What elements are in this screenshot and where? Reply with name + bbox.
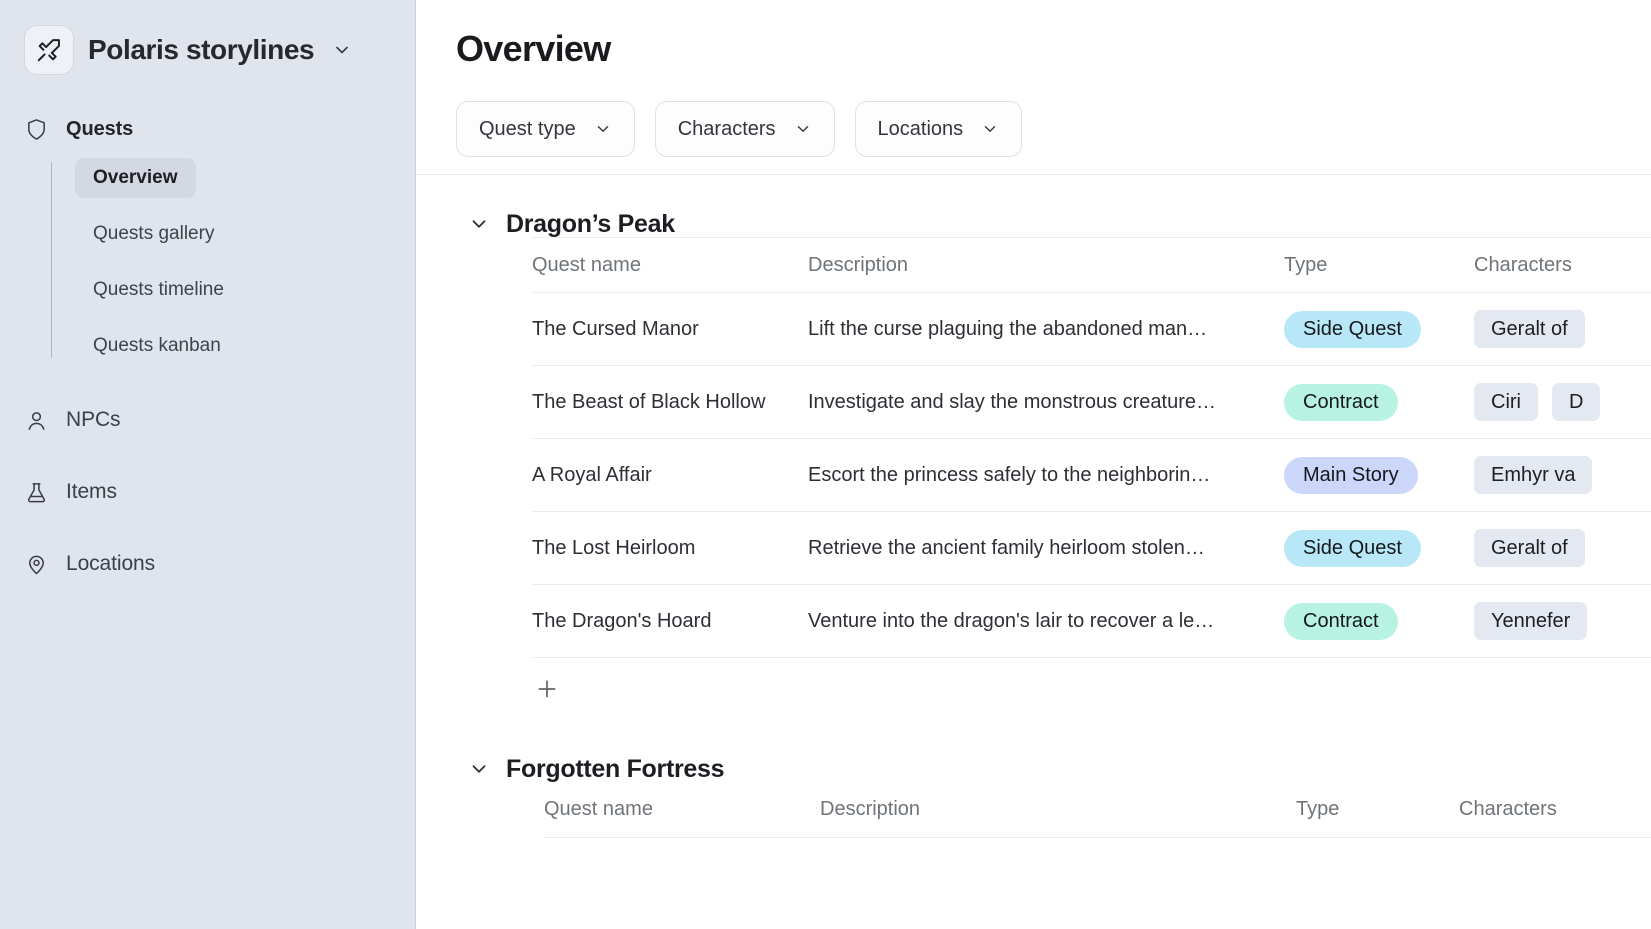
sidebar-item-label: Quests kanban xyxy=(93,335,221,356)
filter-label: Quest type xyxy=(479,117,576,140)
cell-type: Contract xyxy=(1284,383,1474,421)
chevron-down-icon[interactable] xyxy=(468,758,490,780)
character-chip: Emhyr va xyxy=(1474,456,1593,494)
quest-table: Quest name Description Type Characters xyxy=(456,782,1651,838)
cell-description: Lift the curse plaguing the abandoned ma… xyxy=(808,317,1208,340)
table-row[interactable]: A Royal Affair Escort the princess safel… xyxy=(532,439,1651,512)
sidebar-item-items[interactable]: Items xyxy=(0,468,415,516)
table-row[interactable]: The Beast of Black Hollow Investigate an… xyxy=(532,366,1651,439)
quest-group: Forgotten Fortress Quest name Descriptio… xyxy=(416,720,1651,838)
sidebar-item-npcs[interactable]: NPCs xyxy=(0,396,415,444)
cell-characters: Geralt of xyxy=(1474,529,1651,567)
group-header-dragons-peak[interactable]: Dragon’s Peak xyxy=(456,175,1651,238)
sidebar-item-label: Quests timeline xyxy=(93,279,224,300)
filter-quest-type[interactable]: Quest type xyxy=(456,101,635,157)
character-chip: Geralt of xyxy=(1474,529,1585,567)
main-content: Overview Quest type Characters Locations xyxy=(416,0,1651,929)
type-badge: Side Quest xyxy=(1284,529,1421,567)
column-header-description: Description xyxy=(808,253,909,276)
table-row[interactable]: The Cursed Manor Lift the curse plaguing… xyxy=(532,293,1651,366)
type-badge: Contract xyxy=(1284,383,1398,421)
page-title: Overview xyxy=(456,28,611,69)
cell-description: Investigate and slay the monstrous creat… xyxy=(808,390,1216,413)
quest-group: Dragon’s Peak Quest name Description Typ… xyxy=(416,175,1651,720)
sidebar-item-locations[interactable]: Locations xyxy=(0,540,415,588)
cell-characters: Ciri D xyxy=(1474,383,1651,421)
chevron-down-icon[interactable] xyxy=(468,213,490,235)
character-chip: Geralt of xyxy=(1474,310,1585,348)
group-title: Forgotten Fortress xyxy=(506,754,725,783)
table-row[interactable]: The Lost Heirloom Retrieve the ancient f… xyxy=(532,512,1651,585)
cell-type: Contract xyxy=(1284,602,1474,640)
type-badge: Main Story xyxy=(1284,456,1418,494)
cell-quest-name: The Dragon's Hoard xyxy=(532,609,712,632)
cell-type: Side Quest xyxy=(1284,529,1474,567)
filter-locations[interactable]: Locations xyxy=(854,101,1023,157)
cell-type: Main Story xyxy=(1284,456,1474,494)
column-header-description: Description xyxy=(820,798,921,820)
type-badge: Contract xyxy=(1284,602,1398,640)
column-header-characters: Characters xyxy=(1474,253,1572,276)
sidebar-item-overview[interactable]: Overview xyxy=(75,158,196,198)
cell-characters: Geralt of xyxy=(1474,310,1651,348)
group-header-forgotten-fortress[interactable]: Forgotten Fortress xyxy=(456,720,1651,783)
workspace-title: Polaris storylines xyxy=(88,34,315,65)
chevron-down-icon xyxy=(981,120,999,138)
cell-quest-name: The Beast of Black Hollow xyxy=(532,390,766,413)
filter-label: Characters xyxy=(677,117,776,140)
sidebar: Polaris storylines Quests Overview Quest… xyxy=(0,0,416,929)
map-pin-icon xyxy=(24,552,48,576)
sidebar-group-label: Quests xyxy=(66,117,134,140)
character-chip: Yennefer xyxy=(1474,602,1588,640)
flask-icon xyxy=(24,480,48,504)
sidebar-subnav: Overview Quests gallery Quests timeline … xyxy=(0,158,415,366)
cell-characters: Emhyr va xyxy=(1474,456,1651,494)
chevron-down-icon xyxy=(594,120,612,138)
filter-characters[interactable]: Characters xyxy=(654,101,835,157)
sword-icon xyxy=(24,25,74,75)
app-root: Polaris storylines Quests Overview Quest… xyxy=(0,0,1651,929)
column-header-characters: Characters xyxy=(1459,798,1557,820)
group-title: Dragon’s Peak xyxy=(506,209,675,238)
cell-description: Escort the princess safely to the neighb… xyxy=(808,463,1211,486)
type-badge: Side Quest xyxy=(1284,310,1421,348)
user-icon xyxy=(24,408,48,432)
sidebar-item-label: NPCs xyxy=(66,408,121,431)
cell-quest-name: The Cursed Manor xyxy=(532,317,699,340)
sidebar-item-label: Quests gallery xyxy=(93,223,215,244)
table-header-row: Quest name Description Type Characters xyxy=(544,782,1651,838)
cell-characters: Yennefer xyxy=(1474,602,1651,640)
sidebar-item-quests[interactable]: Quests xyxy=(0,108,415,150)
cell-description: Retrieve the ancient family heirloom sto… xyxy=(808,536,1205,559)
table-row[interactable]: The Dragon's Hoard Venture into the drag… xyxy=(532,585,1651,658)
filter-bar: Quest type Characters Locations xyxy=(416,70,1651,157)
filter-label: Locations xyxy=(877,117,964,140)
shield-icon xyxy=(24,117,48,141)
chevron-down-icon xyxy=(794,120,812,138)
cell-type: Side Quest xyxy=(1284,310,1474,348)
chevron-down-icon[interactable] xyxy=(332,40,352,60)
column-header-type: Type xyxy=(1284,253,1328,276)
column-header-quest-name: Quest name xyxy=(544,798,653,820)
sidebar-item-label: Locations xyxy=(66,552,155,575)
table-header-row: Quest name Description Type Characters xyxy=(532,237,1651,293)
workspace-switcher[interactable]: Polaris storylines xyxy=(0,0,415,76)
quest-table: Quest name Description Type Characters T… xyxy=(456,237,1651,720)
character-chip: D xyxy=(1552,383,1601,421)
character-chip: Ciri xyxy=(1474,383,1538,421)
sidebar-nav: Quests Overview Quests gallery Quests ti… xyxy=(0,76,415,588)
cell-quest-name: The Lost Heirloom xyxy=(532,536,696,559)
cell-description: Venture into the dragon's lair to recove… xyxy=(808,609,1215,632)
sidebar-item-quests-timeline[interactable]: Quests timeline xyxy=(75,270,242,310)
cell-quest-name: A Royal Affair xyxy=(532,463,652,486)
subnav-rail xyxy=(51,162,52,358)
sidebar-item-quests-gallery[interactable]: Quests gallery xyxy=(75,214,232,254)
sidebar-item-label: Items xyxy=(66,480,117,503)
add-row-button[interactable] xyxy=(532,658,1651,720)
column-header-type: Type xyxy=(1296,798,1340,820)
sidebar-item-quests-kanban[interactable]: Quests kanban xyxy=(75,326,239,366)
column-header-quest-name: Quest name xyxy=(532,253,641,276)
sidebar-item-label: Overview xyxy=(93,167,178,188)
